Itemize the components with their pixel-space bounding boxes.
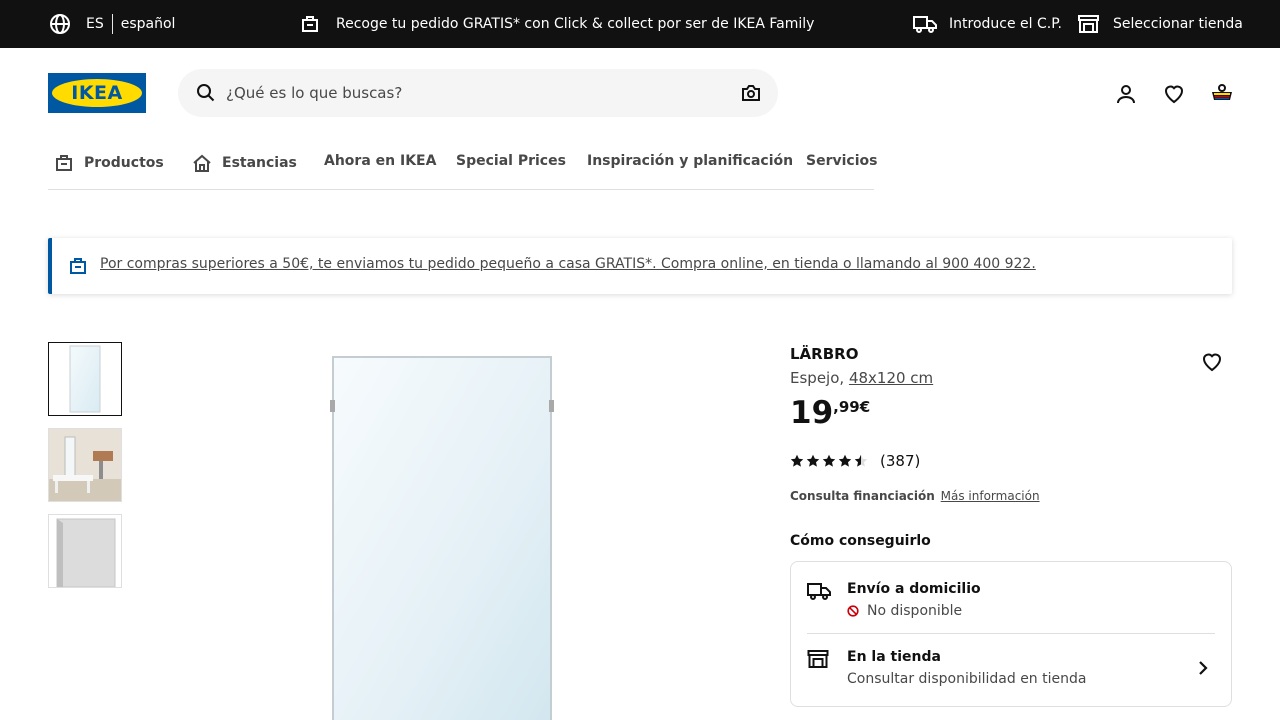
basket-icon[interactable] <box>1210 82 1234 106</box>
nav-label: Ahora en IKEA <box>324 153 437 169</box>
price-integer: 19 <box>790 395 834 431</box>
store-bag-icon <box>54 153 74 173</box>
language-divider <box>111 14 113 34</box>
nav-label: Special Prices <box>456 153 566 169</box>
delivery-status: No disponible <box>847 603 962 619</box>
delivery-title: Envío a domicilio <box>847 581 981 597</box>
rating-stars <box>790 454 868 468</box>
nav-item-rooms[interactable]: Estancias <box>192 153 297 173</box>
nav-item-special-prices[interactable]: Special Prices <box>456 153 566 169</box>
nav-item-products[interactable]: Productos <box>54 153 164 173</box>
in-store-title: En la tienda <box>847 649 941 665</box>
availability-divider <box>807 633 1215 634</box>
star-icon <box>806 454 820 467</box>
logo-oval: IKEA <box>52 79 142 107</box>
camera-icon[interactable] <box>741 83 761 103</box>
logo-text: IKEA <box>71 82 123 104</box>
financing-link[interactable]: Más información <box>941 489 1040 503</box>
product-thumbnail-3[interactable] <box>48 514 122 588</box>
nav-label: Inspiración y planificación <box>587 153 794 169</box>
product-thumbnail-2[interactable] <box>48 428 122 502</box>
product-rating[interactable]: (387) <box>790 452 920 470</box>
postal-code-text: Introduce el C.P. <box>949 16 1062 32</box>
nav-item-now-in-ikea[interactable]: Ahora en IKEA <box>324 153 436 169</box>
nav-item-services[interactable]: Servicios <box>806 153 877 169</box>
room-scene-image <box>49 429 121 501</box>
in-store-status: Consultar disponibilidad en tienda <box>847 671 1087 687</box>
star-icon <box>854 454 868 467</box>
store-icon <box>807 649 829 669</box>
delivery-status-text: No disponible <box>867 603 963 619</box>
price-decimal: ,99€ <box>833 398 871 416</box>
financing-info: Consulta financiación Más información <box>790 489 1040 503</box>
heart-icon[interactable] <box>1162 82 1186 106</box>
language-code: ES <box>86 16 104 32</box>
star-icon <box>790 454 804 467</box>
nav-label: Productos <box>84 155 164 171</box>
top-bar: ES español Recoge tu pedido GRATIS* con … <box>0 0 1280 48</box>
truck-icon <box>807 581 831 601</box>
product-thumbnail-1[interactable] <box>48 342 122 416</box>
chevron-right-icon[interactable] <box>1193 658 1213 678</box>
product-main-image[interactable] <box>330 355 554 720</box>
review-count: (387) <box>880 452 921 470</box>
language-selector[interactable]: ES español <box>48 0 175 48</box>
store-icon <box>1078 14 1099 34</box>
store-bag-icon <box>68 256 88 276</box>
product-name: LÄRBRO <box>790 345 859 363</box>
nav-label: Servicios <box>806 153 878 169</box>
unavailable-icon <box>847 605 859 617</box>
select-store-text: Seleccionar tienda <box>1113 16 1243 32</box>
star-icon <box>822 454 836 467</box>
search-input[interactable] <box>226 69 716 117</box>
store-bag-icon <box>300 14 320 34</box>
search-icon[interactable] <box>196 83 216 103</box>
language-name: español <box>120 16 176 32</box>
product-type: Espejo, <box>790 369 845 387</box>
truck-icon <box>913 14 937 34</box>
shipping-info-link[interactable]: Por compras superiores a 50€, te enviamo… <box>100 256 1036 272</box>
product-description: Espejo, 48x120 cm <box>790 369 933 387</box>
how-to-get-title: Cómo conseguirlo <box>790 533 931 549</box>
heart-icon[interactable] <box>1200 350 1224 374</box>
select-store-button[interactable]: Seleccionar tienda <box>1078 0 1243 48</box>
main-nav: Productos Estancias Ahora en IKEA Specia… <box>48 140 877 190</box>
ikea-logo[interactable]: IKEA <box>48 73 146 113</box>
shipping-info-banner: Por compras superiores a 50€, te enviamo… <box>48 238 1232 294</box>
availability-card: Envío a domicilio No disponible En la ti… <box>790 561 1232 707</box>
search-bar <box>178 69 778 117</box>
product-size-link[interactable]: 48x120 cm <box>849 369 933 387</box>
house-icon <box>192 153 212 173</box>
promo-text: Recoge tu pedido GRATIS* con Click & col… <box>336 16 815 32</box>
postal-code-button[interactable]: Introduce el C.P. <box>913 0 1062 48</box>
click-collect-promo[interactable]: Recoge tu pedido GRATIS* con Click & col… <box>300 0 814 48</box>
globe-icon <box>48 12 72 36</box>
mirror-thumbnail-image <box>49 343 121 415</box>
financing-label: Consulta financiación <box>790 489 935 503</box>
nav-label: Estancias <box>222 155 297 171</box>
person-icon[interactable] <box>1114 82 1138 106</box>
nav-item-inspiration[interactable]: Inspiración y planificación <box>587 153 793 169</box>
mirror-angle-image <box>49 515 121 587</box>
product-price: 19 ,99€ <box>790 394 870 432</box>
star-icon <box>838 454 852 467</box>
